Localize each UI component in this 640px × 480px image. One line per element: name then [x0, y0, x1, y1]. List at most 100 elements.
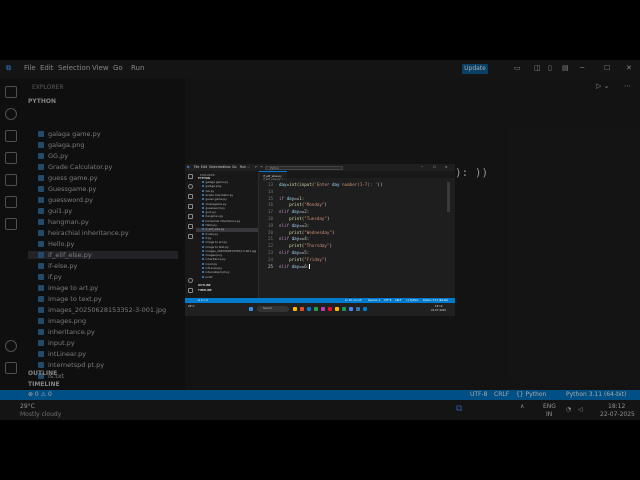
- taskbar-python-icon[interactable]: [356, 307, 360, 311]
- taskbar-vscode-icon[interactable]: [363, 307, 367, 311]
- code-line[interactable]: if day==1:: [279, 196, 304, 201]
- close-icon[interactable]: ✕: [445, 165, 448, 169]
- code-line[interactable]: print("Monday"): [279, 202, 327, 207]
- python-file-icon: [202, 228, 204, 231]
- python-file-icon: [202, 232, 204, 235]
- menu-run[interactable]: Run: [240, 165, 246, 169]
- line-number: 21: [267, 236, 273, 242]
- taskbar-app-icon-4[interactable]: [328, 307, 332, 311]
- code-line[interactable]: elif day==2:: [279, 209, 309, 214]
- line-number: 22: [267, 243, 273, 249]
- explorer-icon[interactable]: [188, 174, 193, 179]
- command-center-search[interactable]: Python: [265, 165, 343, 170]
- taskbar-edge-icon[interactable]: [307, 307, 311, 311]
- source-control-icon[interactable]: [188, 194, 193, 199]
- settings-icon[interactable]: [188, 288, 193, 293]
- code-line[interactable]: print("Friday"): [279, 257, 327, 262]
- code-line[interactable]: elif day==4:: [279, 236, 309, 241]
- text-cursor: [309, 264, 310, 269]
- status-cursor-position[interactable]: Ln 25, Col 13: [345, 299, 362, 302]
- start-icon[interactable]: [249, 307, 253, 311]
- status-encoding[interactable]: UTF-8: [384, 299, 391, 302]
- line-number: 14: [267, 188, 273, 194]
- python-file-icon: [202, 193, 204, 196]
- status-indent[interactable]: Spaces: 4: [368, 299, 380, 302]
- taskbar-chrome-icon[interactable]: [349, 307, 353, 311]
- run-debug-icon[interactable]: [188, 204, 193, 209]
- account-icon[interactable]: [188, 278, 193, 283]
- menubar: ⧉ File Edit Selection View Go Run ⋯ ← → …: [185, 164, 455, 171]
- status-eol[interactable]: CRLF: [395, 299, 401, 302]
- code-line[interactable]: print("Tuesday"): [279, 216, 329, 221]
- code-editor[interactable]: 13 day=int(input('Enter day number(1-7): …: [259, 182, 455, 298]
- extensions-icon[interactable]: [188, 214, 193, 219]
- vscode-logo-icon: ⧉: [187, 165, 190, 169]
- taskbar-explorer-icon[interactable]: [293, 307, 297, 311]
- taskbar-app-icon-2[interactable]: [314, 307, 318, 311]
- code-line[interactable]: elif day==5:: [279, 250, 309, 255]
- activity-bar: [185, 171, 196, 298]
- menu-file[interactable]: File: [194, 165, 199, 169]
- nav-forward-icon[interactable]: →: [260, 165, 263, 169]
- python-file-icon: [202, 267, 204, 269]
- status-language[interactable]: {} Python: [406, 299, 419, 302]
- python-file-icon: [202, 275, 204, 278]
- maximize-icon[interactable]: ☐: [433, 165, 436, 169]
- status-problems[interactable]: ⊗ 0 ⚠ 0: [198, 299, 208, 302]
- nav-back-icon[interactable]: ←: [255, 165, 258, 169]
- python-file-icon: [202, 219, 204, 222]
- editor-scrollbar[interactable]: [447, 182, 450, 212]
- code-line[interactable]: print("Thursday"): [279, 243, 332, 248]
- breadcrumb[interactable]: if_elif_else.py > ...: [263, 178, 287, 181]
- python-file-icon: [202, 224, 204, 226]
- menu-edit[interactable]: Edit: [201, 165, 207, 169]
- vscode-window: ⧉ File Edit Selection View Go Run ⋯ ← → …: [185, 164, 455, 316]
- python-file-icon: [202, 258, 204, 261]
- menu-view[interactable]: View: [223, 165, 231, 169]
- line-number: 19: [267, 222, 273, 228]
- testing-icon[interactable]: [188, 224, 193, 229]
- search-icon[interactable]: [188, 184, 193, 189]
- taskbar-date: 22-07-2025: [431, 309, 447, 312]
- video-frame: ⧉ File Edit Selection View Go Run Update…: [0, 0, 640, 480]
- code-line[interactable]: elif day==3:: [279, 223, 309, 228]
- python-file-icon: [202, 245, 204, 248]
- menu-go[interactable]: Go: [232, 165, 236, 169]
- taskbar-time[interactable]: 18:12: [435, 305, 442, 308]
- python-file-icon: [202, 271, 204, 274]
- code-line[interactable]: elif day==6:: [279, 264, 310, 269]
- editor-tabs: if_elif_else.py: [259, 171, 455, 178]
- python-file-icon: [202, 254, 204, 257]
- weather-temp[interactable]: 29°C: [188, 305, 194, 308]
- python-file-icon: [202, 181, 204, 183]
- timeline-section[interactable]: TIMELINE: [198, 289, 212, 292]
- line-number: 25: [267, 263, 273, 269]
- taskbar: [185, 303, 455, 316]
- code-line[interactable]: print("Wednesday"): [279, 230, 334, 235]
- taskbar-search[interactable]: Search: [257, 306, 289, 312]
- menu-selection[interactable]: Selection: [209, 165, 224, 169]
- python-file-icon: [202, 241, 204, 244]
- taskbar-app-icon-5[interactable]: [335, 307, 339, 311]
- tab-if-elif-else[interactable]: if_elif_else.py: [259, 171, 287, 178]
- taskbar-app-icon-6[interactable]: [342, 307, 346, 311]
- line-number: 24: [267, 256, 273, 262]
- code-line[interactable]: day=int(input('Enter day number(1-7): ')…: [279, 182, 382, 187]
- line-number: 13: [267, 182, 273, 187]
- python-file-icon: [202, 189, 204, 192]
- python-file-icon: [202, 206, 204, 209]
- line-number: 16: [267, 202, 273, 208]
- python-icon[interactable]: [188, 234, 193, 239]
- line-number: 18: [267, 216, 273, 221]
- file-item[interactable]: is.txt: [202, 275, 212, 279]
- status-interpreter[interactable]: Python 3.11 (64-bit): [423, 299, 448, 302]
- more-menu-icon[interactable]: ⋯: [247, 165, 250, 169]
- line-number: 23: [267, 250, 273, 255]
- taskbar-app-icon[interactable]: [300, 307, 304, 311]
- taskbar-app-icon-3[interactable]: [321, 307, 325, 311]
- minimize-icon[interactable]: ─: [421, 165, 423, 169]
- python-file-icon: [202, 202, 204, 205]
- outline-section[interactable]: OUTLINE: [198, 284, 211, 287]
- python-file-icon: [202, 198, 204, 201]
- python-file-icon: [202, 215, 204, 218]
